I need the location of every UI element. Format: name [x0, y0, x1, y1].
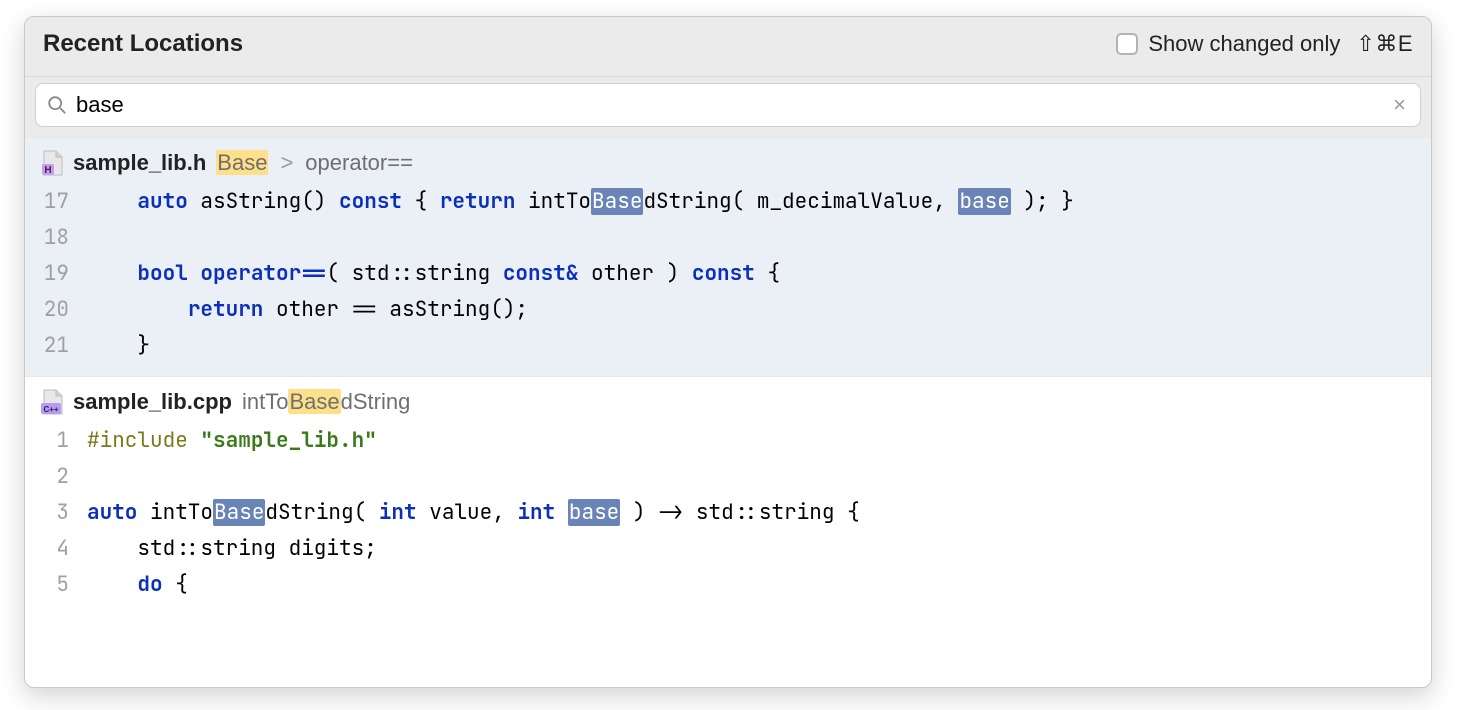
search-input[interactable]	[68, 92, 1389, 118]
recent-locations-popup: Recent Locations Show changed only ⇧⌘E ×…	[24, 16, 1432, 688]
clear-search-button[interactable]: ×	[1389, 92, 1410, 118]
code-line[interactable]: 4 std::string digits;	[25, 531, 1431, 567]
code-text: auto asString() const { return intToBase…	[87, 184, 1431, 220]
code-text: do {	[87, 567, 1431, 603]
file-name: sample_lib.h	[73, 150, 206, 176]
svg-text:C++: C++	[43, 405, 58, 414]
code-line[interactable]: 21 }	[25, 328, 1431, 364]
search-box[interactable]: ×	[35, 83, 1421, 127]
line-number: 1	[25, 423, 87, 459]
code-text	[87, 220, 1431, 256]
code-line[interactable]: 5 do {	[25, 567, 1431, 603]
checkbox-label: Show changed only	[1148, 31, 1340, 57]
code-line[interactable]: 3auto intToBasedString( int value, int b…	[25, 495, 1431, 531]
svg-text:H: H	[44, 165, 51, 176]
line-number: 20	[25, 292, 87, 328]
file-name: sample_lib.cpp	[73, 389, 232, 415]
code-text: std::string digits;	[87, 531, 1431, 567]
checkbox-icon	[1116, 33, 1138, 55]
code-text: auto intToBasedString( int value, int ba…	[87, 495, 1431, 531]
line-number: 21	[25, 328, 87, 364]
code-line[interactable]: 17 auto asString() const { return intToB…	[25, 184, 1431, 220]
search-row: ×	[25, 77, 1431, 137]
search-icon	[46, 94, 68, 116]
code-line[interactable]: 19 bool operator==( std::string const& o…	[25, 256, 1431, 292]
line-number: 2	[25, 459, 87, 495]
code-snippet[interactable]: 1#include "sample_lib.h"23auto intToBase…	[25, 421, 1431, 615]
location-item[interactable]: Hsample_lib.h Base > operator==17 auto a…	[25, 137, 1431, 376]
code-text: bool operator==( std::string const& othe…	[87, 256, 1431, 292]
line-number: 3	[25, 495, 87, 531]
header-file-icon: H	[41, 150, 63, 176]
results-list[interactable]: Hsample_lib.h Base > operator==17 auto a…	[25, 137, 1431, 687]
code-line[interactable]: 18	[25, 220, 1431, 256]
code-text: #include "sample_lib.h"	[87, 423, 1431, 459]
shortcut-hint: ⇧⌘E	[1356, 31, 1413, 57]
line-number: 18	[25, 220, 87, 256]
breadcrumb-symbol[interactable]: operator==	[305, 150, 413, 176]
line-number: 4	[25, 531, 87, 567]
line-number: 19	[25, 256, 87, 292]
location-header[interactable]: Hsample_lib.h Base > operator==	[25, 138, 1431, 182]
code-line[interactable]: 20 return other == asString();	[25, 292, 1431, 328]
code-text: return other == asString();	[87, 292, 1431, 328]
code-line[interactable]: 1#include "sample_lib.h"	[25, 423, 1431, 459]
line-number: 17	[25, 184, 87, 220]
popup-header: Recent Locations Show changed only ⇧⌘E	[25, 17, 1431, 77]
code-snippet[interactable]: 17 auto asString() const { return intToB…	[25, 182, 1431, 376]
show-changed-only-toggle[interactable]: Show changed only ⇧⌘E	[1116, 31, 1413, 57]
line-number: 5	[25, 567, 87, 603]
location-item[interactable]: C++ sample_lib.cpp intToBasedString 1#incl…	[25, 376, 1431, 615]
code-text	[87, 459, 1431, 495]
popup-title: Recent Locations	[43, 30, 243, 58]
breadcrumb-separator: >	[278, 150, 295, 176]
breadcrumb-symbol[interactable]: intToBasedString	[242, 389, 410, 415]
code-line[interactable]: 2	[25, 459, 1431, 495]
breadcrumb-symbol[interactable]: Base	[216, 150, 268, 176]
location-header[interactable]: C++ sample_lib.cpp intToBasedString	[25, 377, 1431, 421]
code-text: }	[87, 328, 1431, 364]
cpp-file-icon: C++	[41, 389, 63, 415]
